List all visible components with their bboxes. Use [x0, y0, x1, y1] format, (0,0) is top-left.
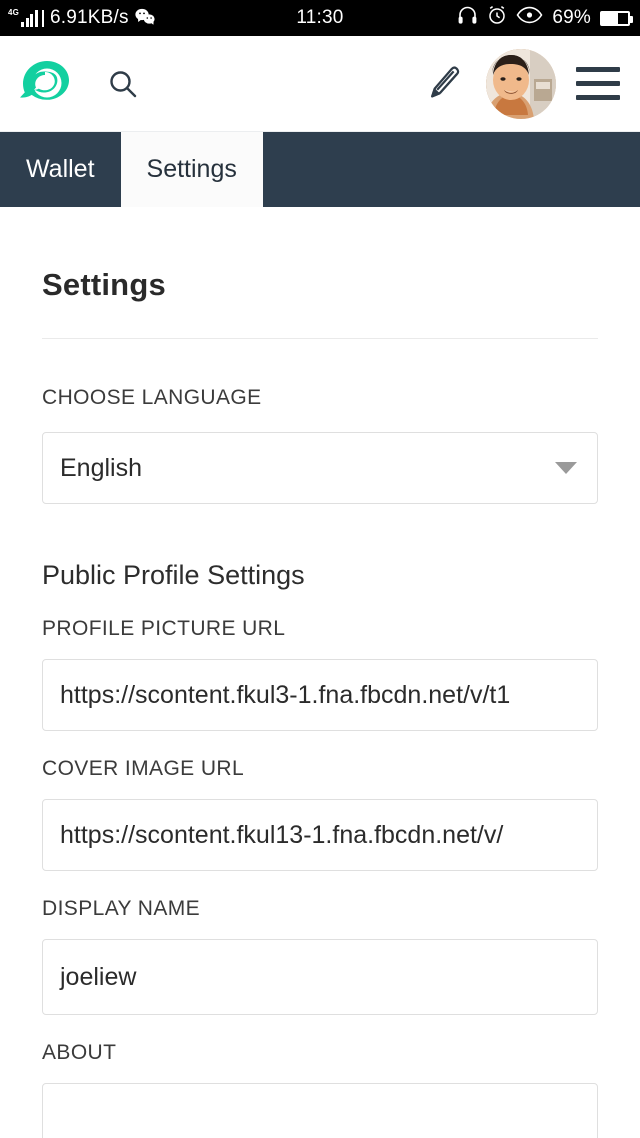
tab-bar: Wallet Settings: [0, 132, 640, 207]
title-divider: [42, 338, 598, 339]
cover-image-url-label: COVER IMAGE URL: [42, 757, 245, 780]
about-label: ABOUT: [42, 1041, 117, 1064]
profile-picture-url-label: PROFILE PICTURE URL: [42, 617, 286, 640]
battery-percent-label: 69%: [552, 7, 591, 28]
eye-protection-icon: [516, 6, 543, 30]
page-title: Settings: [42, 267, 166, 302]
status-bar: 4G 6.91KB/s 11:30 69%: [0, 0, 640, 36]
user-avatar[interactable]: [486, 48, 556, 119]
language-select[interactable]: English: [42, 432, 598, 504]
tab-settings[interactable]: Settings: [120, 132, 263, 207]
headphone-icon: [457, 5, 478, 31]
pen-compose-icon[interactable]: [416, 56, 472, 112]
about-input[interactable]: [42, 1083, 598, 1138]
choose-language-label: CHOOSE LANGUAGE: [42, 386, 262, 409]
cover-image-url-input[interactable]: https://scontent.fkul13-1.fna.fbcdn.net/…: [42, 799, 598, 871]
language-select-value: English: [60, 453, 142, 482]
display-name-input[interactable]: joeliew: [42, 939, 598, 1015]
app-header-actions: [416, 48, 626, 119]
busy-logo-icon[interactable]: [17, 56, 73, 112]
settings-content: Settings CHOOSE LANGUAGE English Public …: [0, 207, 640, 1138]
chevron-down-icon: [555, 462, 577, 474]
app-header: [0, 36, 640, 132]
display-name-label: DISPLAY NAME: [42, 897, 201, 920]
battery-icon: [600, 10, 633, 26]
search-icon[interactable]: [101, 62, 145, 106]
status-bar-right: 69%: [457, 0, 633, 36]
display-name-value: joeliew: [60, 962, 137, 991]
public-profile-section-title: Public Profile Settings: [42, 560, 305, 590]
profile-picture-url-input[interactable]: https://scontent.fkul3-1.fna.fbcdn.net/v…: [42, 659, 598, 731]
alarm-clock-icon: [487, 5, 507, 31]
profile-picture-url-value: https://scontent.fkul3-1.fna.fbcdn.net/v…: [60, 680, 511, 709]
cover-image-url-value: https://scontent.fkul13-1.fna.fbcdn.net/…: [60, 820, 504, 849]
tab-wallet[interactable]: Wallet: [0, 132, 121, 207]
hamburger-menu-icon[interactable]: [570, 56, 626, 112]
